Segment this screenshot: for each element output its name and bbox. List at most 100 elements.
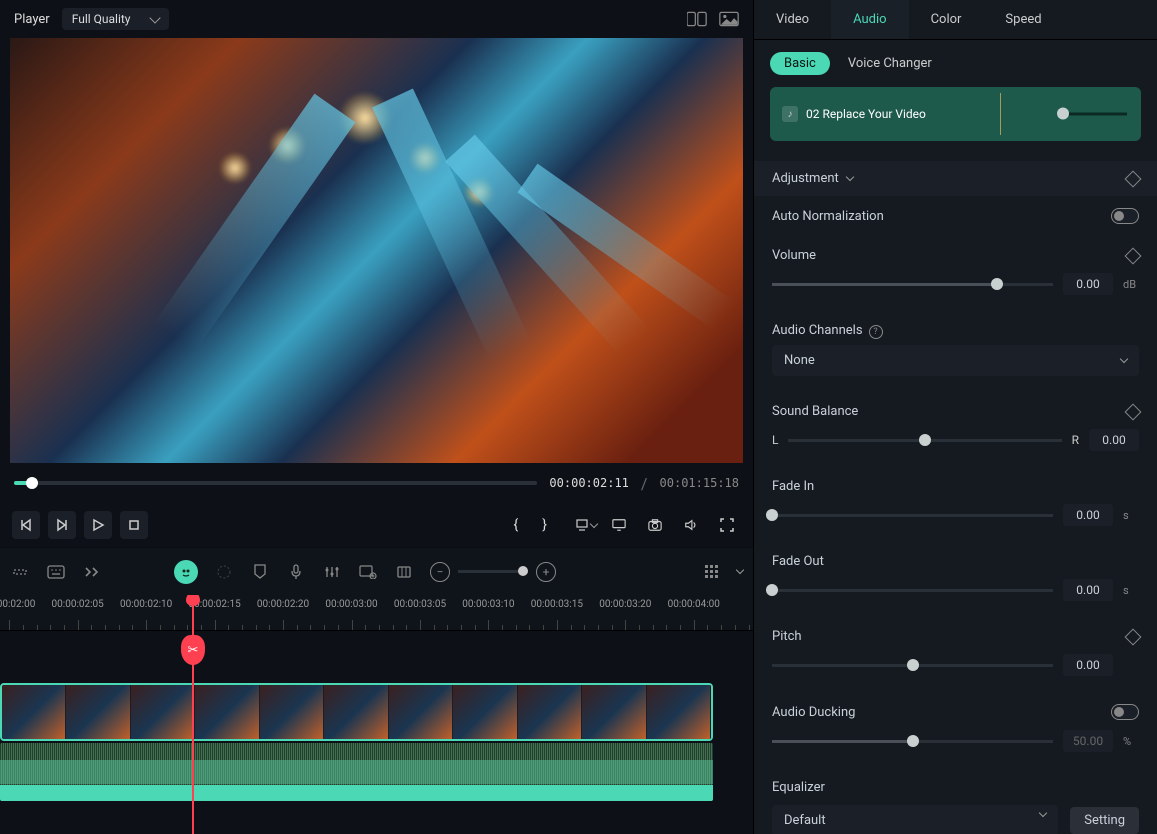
crop-icon[interactable] bbox=[394, 562, 414, 582]
total-timecode: 00:01:15:18 bbox=[660, 476, 739, 490]
audio-mixer-icon[interactable] bbox=[322, 562, 342, 582]
fade-in-label: Fade In bbox=[772, 479, 1139, 494]
subtab-voice-changer[interactable]: Voice Changer bbox=[848, 56, 932, 71]
effects-icon[interactable] bbox=[214, 562, 234, 582]
pitch-value[interactable]: 0.00 bbox=[1063, 654, 1113, 676]
ducking-unit: % bbox=[1123, 735, 1139, 748]
ruler-tick-label: 00:00:02:05 bbox=[52, 599, 104, 610]
equalizer-setting-button[interactable]: Setting bbox=[1070, 807, 1139, 834]
ruler-tick-label: 00:00:02:10 bbox=[120, 599, 172, 610]
clip-mini-slider[interactable] bbox=[1057, 113, 1127, 116]
zoom-out-button[interactable]: − bbox=[430, 562, 450, 582]
equalizer-label: Equalizer bbox=[772, 780, 1139, 795]
quality-dropdown[interactable]: Full Quality bbox=[62, 8, 169, 30]
ducking-value[interactable]: 50.00 bbox=[1063, 730, 1113, 752]
ducking-slider[interactable] bbox=[772, 740, 1053, 743]
volume-button[interactable] bbox=[677, 511, 705, 539]
player-label: Player bbox=[14, 12, 50, 27]
chevron-down-icon bbox=[1120, 355, 1128, 363]
audio-track[interactable] bbox=[0, 743, 713, 801]
mic-icon[interactable] bbox=[286, 562, 306, 582]
volume-slider[interactable] bbox=[772, 283, 1053, 286]
pitch-slider[interactable] bbox=[772, 664, 1053, 667]
reset-volume-icon[interactable] bbox=[1125, 247, 1142, 264]
preview-viewport[interactable] bbox=[10, 38, 743, 463]
tab-color[interactable]: Color bbox=[909, 0, 984, 39]
help-icon[interactable]: ? bbox=[869, 325, 883, 339]
stop-button[interactable] bbox=[120, 511, 148, 539]
mark-in-button[interactable]: { bbox=[514, 517, 519, 533]
snapshot-button[interactable] bbox=[641, 511, 669, 539]
balance-left-label: L bbox=[772, 433, 778, 447]
chevron-down-icon bbox=[846, 173, 854, 181]
fade-out-slider[interactable] bbox=[772, 589, 1053, 592]
display-icon[interactable] bbox=[605, 511, 633, 539]
ruler-tick-label: 00:00:04:00 bbox=[668, 599, 720, 610]
timeline-options-icon[interactable] bbox=[701, 562, 721, 582]
auto-normalization-label: Auto Normalization bbox=[772, 209, 1111, 224]
prev-frame-button[interactable] bbox=[12, 511, 40, 539]
tab-audio[interactable]: Audio bbox=[831, 0, 908, 39]
ruler-tick-label: 00:00:03:05 bbox=[394, 599, 446, 610]
timecode-separator: / bbox=[641, 474, 648, 493]
keyboard-icon[interactable] bbox=[46, 562, 66, 582]
expand-tools-icon[interactable] bbox=[82, 562, 102, 582]
ruler-tick-label: 00:00:03:15 bbox=[531, 599, 583, 610]
ruler-tick-label: 00:00:03:00 bbox=[325, 599, 377, 610]
view-options-dropdown[interactable] bbox=[575, 511, 597, 539]
next-frame-button[interactable] bbox=[48, 511, 76, 539]
timeline-ruler[interactable]: 00:00:02:00 00:00:02:05 00:00:02:10 00:00:0… bbox=[0, 595, 753, 631]
ducking-label: Audio Ducking bbox=[772, 705, 1111, 720]
reset-pitch-icon[interactable] bbox=[1125, 628, 1142, 645]
balance-slider[interactable] bbox=[788, 439, 1061, 442]
fade-out-unit: s bbox=[1123, 584, 1139, 597]
timeline-options-chevron-icon[interactable] bbox=[736, 566, 744, 574]
marker-icon[interactable] bbox=[250, 562, 270, 582]
progress-slider[interactable] bbox=[14, 481, 537, 485]
subtab-basic[interactable]: Basic bbox=[770, 52, 830, 75]
fade-out-value[interactable]: 0.00 bbox=[1063, 579, 1113, 601]
play-button[interactable] bbox=[84, 511, 112, 539]
chevron-down-icon bbox=[149, 12, 160, 23]
ruler-tick-label: 00:00:02:00 bbox=[0, 599, 35, 610]
selected-clip-card[interactable]: ♪ 02 Replace Your Video bbox=[770, 87, 1141, 141]
ruler-tick-label: 00:00:03:10 bbox=[462, 599, 514, 610]
fade-in-value[interactable]: 0.00 bbox=[1063, 504, 1113, 526]
add-media-icon[interactable] bbox=[358, 562, 378, 582]
playhead[interactable]: ✂ bbox=[192, 595, 194, 834]
equalizer-select[interactable]: Default bbox=[772, 805, 1058, 834]
fade-out-label: Fade Out bbox=[772, 554, 1139, 569]
ai-tool-icon[interactable] bbox=[174, 560, 198, 584]
volume-unit: dB bbox=[1123, 278, 1139, 291]
picture-icon[interactable] bbox=[719, 11, 739, 27]
clip-name: 02 Replace Your Video bbox=[806, 107, 926, 121]
tab-video[interactable]: Video bbox=[754, 0, 831, 39]
ruler-tick-label: 00:00:03:20 bbox=[599, 599, 651, 610]
fullscreen-button[interactable] bbox=[713, 511, 741, 539]
ruler-tick-label: 00:00:02:20 bbox=[257, 599, 309, 610]
volume-value[interactable]: 0.00 bbox=[1063, 273, 1113, 295]
compare-view-icon[interactable] bbox=[687, 11, 707, 27]
scissors-icon: ✂ bbox=[188, 643, 199, 658]
reset-balance-icon[interactable] bbox=[1125, 403, 1142, 420]
reset-adjustment-icon[interactable] bbox=[1125, 170, 1142, 187]
current-timecode[interactable]: 00:00:02:11 bbox=[549, 476, 628, 490]
mark-out-button[interactable]: } bbox=[542, 517, 547, 533]
audio-channels-label: Audio Channels? bbox=[772, 323, 1139, 339]
video-track[interactable] bbox=[0, 683, 713, 741]
ducking-toggle[interactable] bbox=[1111, 704, 1139, 720]
split-button[interactable]: ✂ bbox=[181, 635, 205, 665]
edit-tool-icon[interactable] bbox=[10, 562, 30, 582]
zoom-slider[interactable] bbox=[458, 570, 528, 573]
fade-in-slider[interactable] bbox=[772, 514, 1053, 517]
auto-normalization-toggle[interactable] bbox=[1111, 208, 1139, 224]
tab-speed[interactable]: Speed bbox=[983, 0, 1063, 39]
pitch-label: Pitch bbox=[772, 629, 1127, 644]
zoom-in-button[interactable]: + bbox=[536, 562, 556, 582]
volume-label: Volume bbox=[772, 248, 1127, 263]
audio-channels-select[interactable]: None bbox=[772, 345, 1139, 376]
adjustment-section-header[interactable]: Adjustment bbox=[754, 161, 1157, 196]
music-note-icon: ♪ bbox=[782, 106, 798, 122]
sound-balance-label: Sound Balance bbox=[772, 404, 1127, 419]
balance-value[interactable]: 0.00 bbox=[1089, 429, 1139, 451]
